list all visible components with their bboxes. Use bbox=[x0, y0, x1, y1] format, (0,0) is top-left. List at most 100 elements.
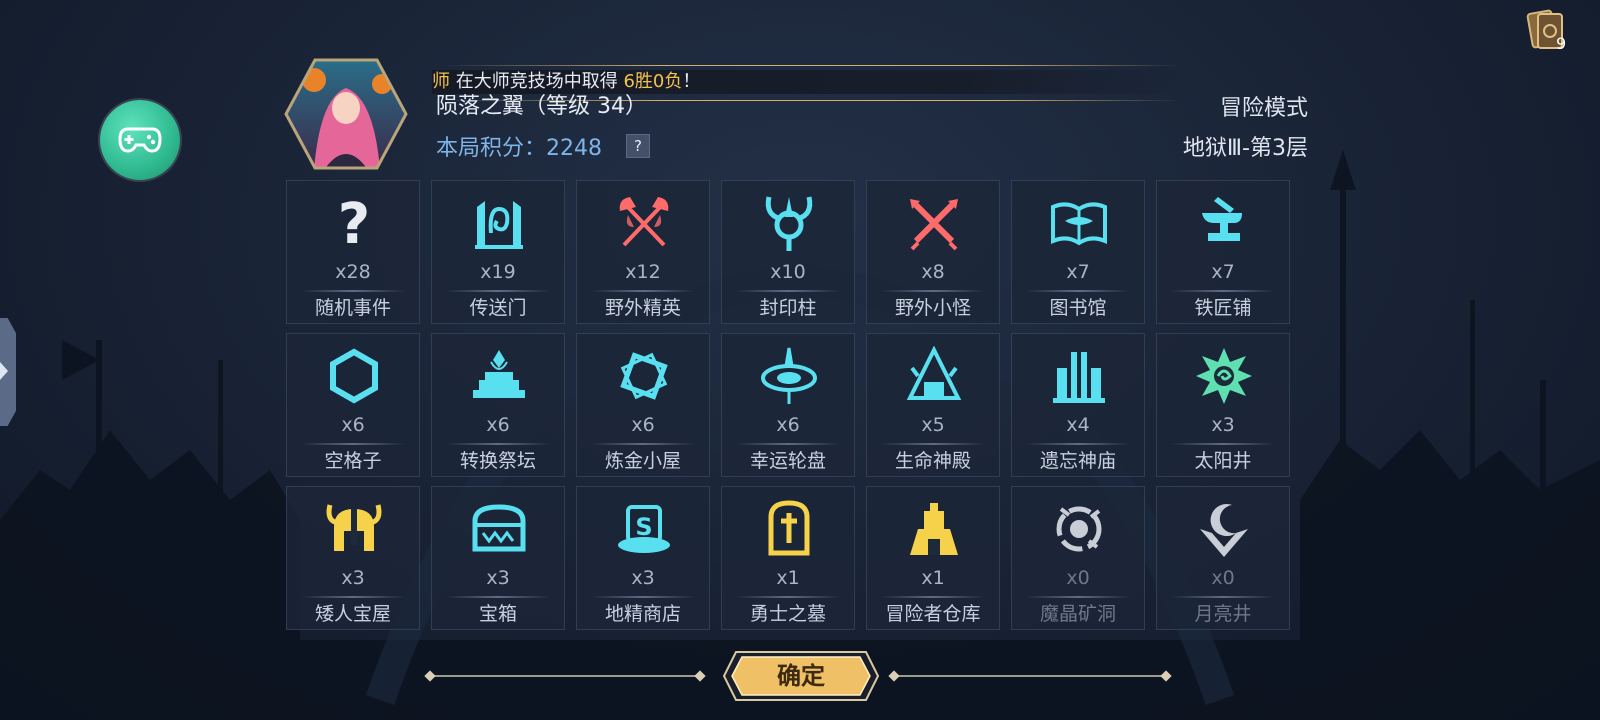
warehouse-icon bbox=[910, 503, 958, 555]
tile-count: x12 bbox=[625, 261, 661, 283]
score-row: 本局积分：2248 ? bbox=[436, 130, 650, 162]
tile-divider bbox=[881, 290, 985, 292]
crystal-mine-icon bbox=[1056, 506, 1102, 552]
tile-name: 魔晶矿洞 bbox=[1039, 603, 1116, 625]
gamepad-button[interactable] bbox=[100, 100, 180, 180]
tile-name: 遗忘神庙 bbox=[1039, 450, 1116, 472]
moon-well-icon bbox=[1200, 504, 1248, 557]
notification-suffix: ！ bbox=[682, 71, 701, 92]
tile-count: x3 bbox=[631, 567, 655, 589]
tile-anvil[interactable]: x7 铁匠铺 bbox=[1156, 180, 1290, 324]
tile-divider bbox=[301, 443, 405, 445]
tile-divider bbox=[591, 443, 695, 445]
tile-name: 铁匠铺 bbox=[1194, 297, 1252, 319]
tile-seal-pillar[interactable]: x10 封印柱 bbox=[721, 180, 855, 324]
tile-divider bbox=[591, 596, 695, 598]
tile-count: x7 bbox=[1066, 261, 1090, 283]
tile-book[interactable]: x7 图书馆 bbox=[1011, 180, 1145, 324]
player-title: 陨落之翼（等级 34） bbox=[436, 94, 647, 119]
tile-divider bbox=[301, 596, 405, 598]
tile-divider bbox=[446, 443, 550, 445]
tile-count: x4 bbox=[1066, 414, 1090, 436]
tile-name: 传送门 bbox=[469, 297, 527, 319]
tile-moon-well[interactable]: x0 月亮井 bbox=[1156, 486, 1290, 630]
forgotten-temple-icon bbox=[1053, 352, 1105, 403]
tile-count: x6 bbox=[776, 414, 800, 436]
tile-hexagon[interactable]: x6 空格子 bbox=[286, 333, 420, 477]
tile-alchemy[interactable]: x6 炼金小屋 bbox=[576, 333, 710, 477]
tile-portal[interactable]: x19 传送门 bbox=[431, 180, 565, 324]
tile-count: x6 bbox=[631, 414, 655, 436]
notify-line-top bbox=[440, 65, 1180, 66]
tile-count: x6 bbox=[486, 414, 510, 436]
book-icon bbox=[1051, 202, 1107, 246]
tile-count: x8 bbox=[921, 261, 945, 283]
life-temple-icon bbox=[906, 346, 962, 400]
tile-divider bbox=[1171, 290, 1275, 292]
crossed-swords-icon bbox=[910, 199, 958, 251]
tile-divider bbox=[591, 290, 695, 292]
tile-goblin-shop[interactable]: Sx3 地精商店 bbox=[576, 486, 710, 630]
tile-name: 月亮井 bbox=[1194, 603, 1252, 625]
svg-text:S: S bbox=[635, 513, 652, 541]
tile-roulette[interactable]: x6 幸运轮盘 bbox=[721, 333, 855, 477]
hero-portrait[interactable] bbox=[284, 58, 408, 170]
roulette-icon bbox=[761, 347, 817, 404]
hexagon-icon bbox=[330, 348, 378, 404]
mode-label: 冒险模式 bbox=[1219, 96, 1308, 121]
tile-divider bbox=[1026, 290, 1130, 292]
tile-chest[interactable]: x3 宝箱 bbox=[431, 486, 565, 630]
tile-name: 图书馆 bbox=[1049, 297, 1107, 319]
tile-crossed-swords[interactable]: x8 野外小怪 bbox=[866, 180, 1000, 324]
tile-divider bbox=[1171, 443, 1275, 445]
tile-altar[interactable]: x6 转换祭坛 bbox=[431, 333, 565, 477]
tile-name: 太阳井 bbox=[1194, 450, 1252, 472]
confirm-label: 确定 bbox=[777, 662, 825, 690]
floor-label: 地狱Ⅲ-第3层 bbox=[1182, 136, 1308, 161]
score-label: 本局积分：2248 bbox=[436, 136, 602, 161]
tile-name: 地精商店 bbox=[604, 603, 681, 625]
tile-divider bbox=[1026, 596, 1130, 598]
side-expand-tab[interactable] bbox=[0, 318, 16, 426]
tile-warehouse[interactable]: x1 冒险者仓库 bbox=[866, 486, 1000, 630]
tile-crossed-axes[interactable]: x12 野外精英 bbox=[576, 180, 710, 324]
tile-dwarf-helmet[interactable]: x3 矮人宝屋 bbox=[286, 486, 420, 630]
tile-count: x5 bbox=[921, 414, 945, 436]
tile-divider bbox=[736, 290, 840, 292]
tile-divider bbox=[1171, 596, 1275, 598]
tile-count: x10 bbox=[770, 261, 806, 283]
tile-divider bbox=[736, 596, 840, 598]
tile-name: 野外精英 bbox=[604, 297, 681, 319]
tile-divider bbox=[881, 443, 985, 445]
help-button[interactable]: ? bbox=[626, 134, 650, 158]
tile-name: 矮人宝屋 bbox=[314, 603, 391, 625]
tile-life-temple[interactable]: x5 生命神殿 bbox=[866, 333, 1000, 477]
tile-count: x19 bbox=[480, 261, 516, 283]
card-count: 9 bbox=[1556, 34, 1567, 53]
tile-divider bbox=[446, 596, 550, 598]
tile-name: 空格子 bbox=[324, 450, 382, 472]
tile-divider bbox=[736, 443, 840, 445]
tile-count: x0 bbox=[1066, 567, 1090, 589]
tile-count: x1 bbox=[921, 567, 945, 589]
tile-tombstone[interactable]: x1 勇士之墓 bbox=[721, 486, 855, 630]
tile-name: 幸运轮盘 bbox=[749, 450, 826, 472]
tile-name: 冒险者仓库 bbox=[885, 603, 981, 625]
tombstone-icon bbox=[768, 500, 810, 556]
crossed-axes-icon bbox=[619, 197, 669, 247]
confirm-button[interactable]: 确定 bbox=[722, 650, 880, 702]
tile-question[interactable]: ? x28 随机事件 bbox=[286, 180, 420, 324]
question-icon: ? bbox=[338, 193, 370, 253]
tile-name: 封印柱 bbox=[759, 297, 817, 319]
seal-pillar-icon bbox=[765, 196, 813, 251]
tile-divider bbox=[881, 596, 985, 598]
altar-icon bbox=[473, 350, 525, 398]
tile-crystal-mine[interactable]: x0 魔晶矿洞 bbox=[1011, 486, 1145, 630]
tile-name: 勇士之墓 bbox=[749, 603, 826, 625]
tile-name: 野外小怪 bbox=[894, 297, 971, 319]
alchemy-icon bbox=[620, 352, 668, 400]
tile-sun-well[interactable]: x3 太阳井 bbox=[1156, 333, 1290, 477]
confirm-deco-left bbox=[430, 675, 700, 677]
tile-forgotten-temple[interactable]: x4 遗忘神庙 bbox=[1011, 333, 1145, 477]
goblin-shop-icon: S bbox=[618, 505, 670, 553]
